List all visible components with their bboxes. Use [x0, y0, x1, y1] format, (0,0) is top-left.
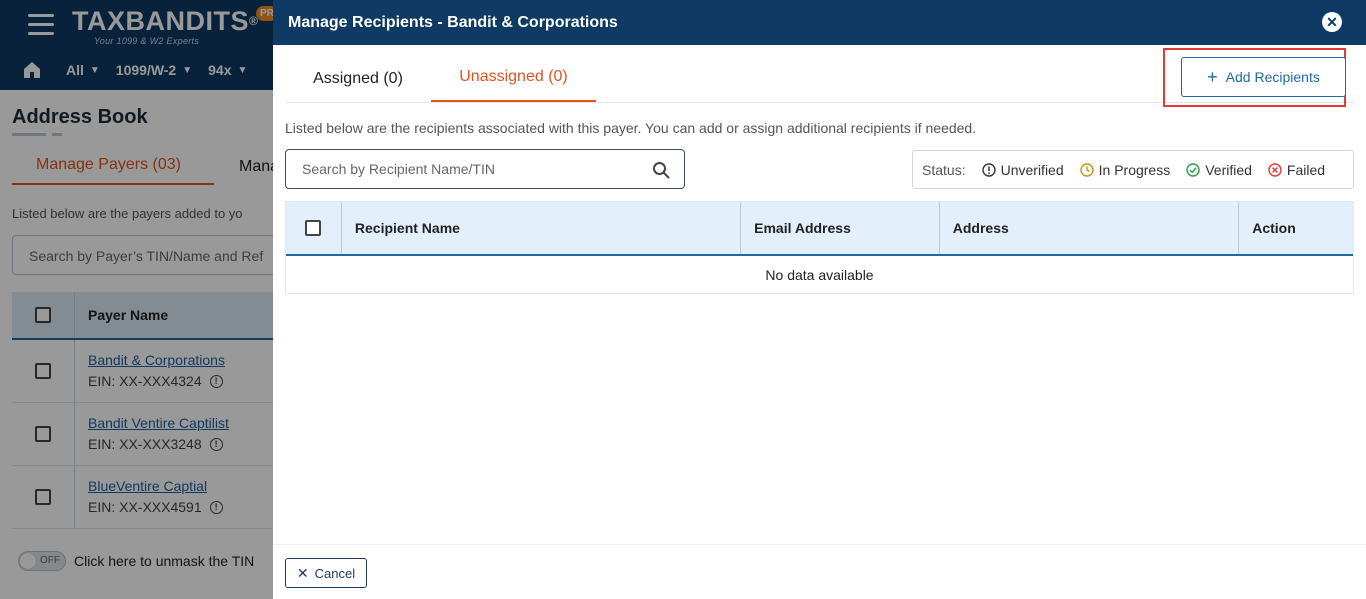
status-unverified-label: Unverified — [1000, 161, 1064, 178]
tab-unassigned[interactable]: Unassigned (0) — [431, 56, 596, 102]
recipients-table: Recipient Name Email Address Address Act… — [285, 201, 1354, 294]
check-circle-icon — [1186, 162, 1200, 177]
status-in-progress: In Progress — [1079, 161, 1171, 178]
manage-recipients-panel: Manage Recipients - Bandit & Corporation… — [273, 0, 1366, 599]
cancel-button[interactable]: ✕ Cancel — [285, 558, 367, 588]
add-recipients-button[interactable]: + Add Recipients — [1181, 57, 1346, 97]
panel-footer: ✕ Cancel — [273, 544, 1366, 599]
recipient-tabs: Assigned (0) Unassigned (0) — [285, 56, 596, 102]
add-recipients-label: Add Recipients — [1225, 69, 1320, 85]
close-icon: ✕ — [296, 564, 309, 581]
search-icon[interactable] — [652, 161, 670, 179]
x-circle-icon — [1268, 162, 1282, 177]
status-verified-label: Verified — [1205, 161, 1252, 178]
status-verified: Verified — [1186, 162, 1252, 178]
status-label: Status: — [922, 161, 966, 178]
panel-header: Manage Recipients - Bandit & Corporation… — [273, 0, 1366, 45]
recipient-search-input[interactable] — [286, 150, 684, 188]
column-email-address: Email Address — [741, 202, 940, 254]
exclamation-circle-icon — [981, 162, 996, 177]
recipient-search — [285, 149, 685, 189]
column-action: Action — [1252, 220, 1296, 236]
recipients-description: Listed below are the recipients associat… — [285, 120, 977, 136]
recipients-table-header: Recipient Name Email Address Address Act… — [286, 202, 1353, 256]
close-icon[interactable]: ✕ — [1322, 12, 1342, 32]
empty-state: No data available — [765, 266, 874, 283]
column-address: Address — [940, 202, 1240, 254]
status-failed-label: Failed — [1286, 161, 1326, 178]
panel-title: Manage Recipients - Bandit & Corporation… — [288, 13, 618, 31]
status-unverified: Unverified — [981, 161, 1064, 178]
status-legend: Status: Unverified In Progress Verified … — [912, 150, 1354, 189]
clock-icon — [1079, 162, 1094, 177]
select-all-checkbox[interactable] — [305, 220, 322, 236]
column-recipient-name: Recipient Name — [342, 202, 742, 254]
tab-assigned[interactable]: Assigned (0) — [285, 56, 431, 102]
plus-icon: + — [1207, 66, 1218, 87]
modal-backdrop[interactable] — [0, 0, 273, 599]
status-in-progress-label: In Progress — [1098, 161, 1171, 178]
status-failed: Failed — [1268, 162, 1325, 178]
cancel-label: Cancel — [314, 565, 356, 581]
